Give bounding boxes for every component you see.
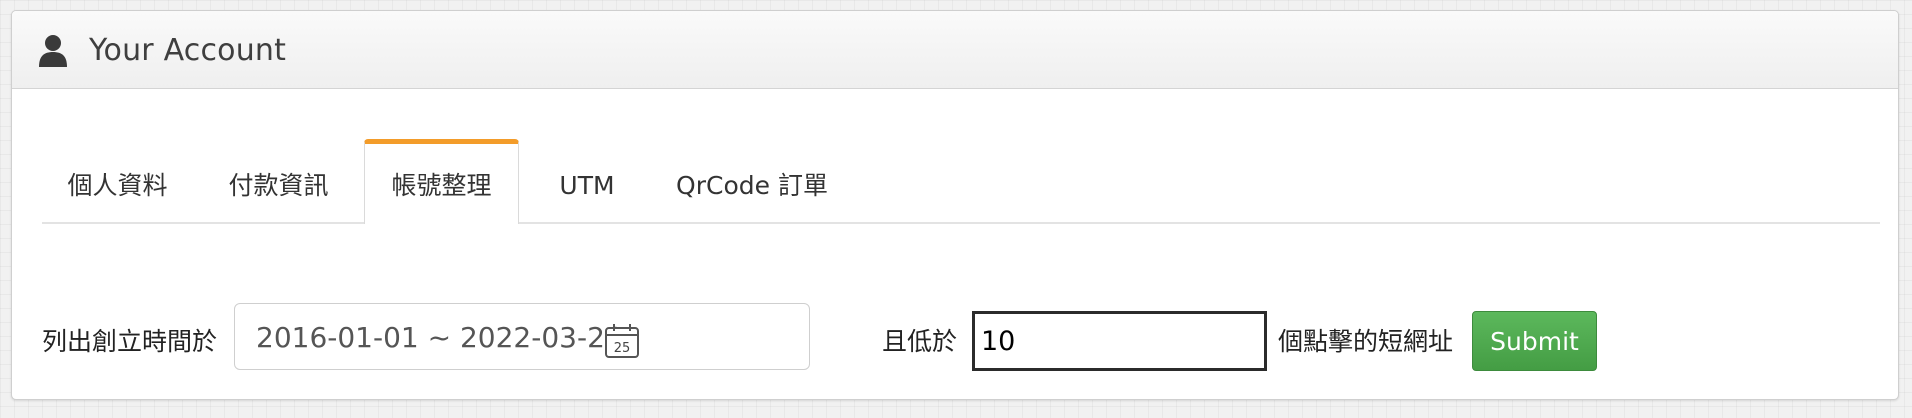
below-label: 且低於 — [882, 327, 958, 356]
submit-button[interactable]: Submit — [1472, 311, 1597, 371]
suffix-label: 個點擊的短網址 — [1278, 327, 1454, 356]
tab-account-cleanup[interactable]: 帳號整理 — [364, 139, 519, 224]
tab-profile[interactable]: 個人資料 — [42, 139, 193, 222]
tab-utm[interactable]: UTM — [527, 139, 647, 222]
clicks-threshold-input[interactable] — [972, 311, 1267, 371]
date-range-value: 2016-01-01 ~ 2022-03-26 — [256, 321, 623, 354]
tab-qrcode-orders[interactable]: QrCode 訂單 — [657, 139, 847, 222]
user-icon — [39, 35, 67, 67]
date-range-input[interactable]: 2016-01-01 ~ 2022-03-26 — [234, 303, 810, 370]
created-label: 列出創立時間於 — [42, 327, 218, 356]
calendar-icon[interactable]: 25 — [604, 323, 640, 359]
panel-title: Your Account — [89, 33, 287, 68]
calendar-day: 25 — [614, 341, 631, 356]
account-panel: Your Account 個人資料 付款資訊 帳號整理 UTM QrCode 訂… — [11, 10, 1899, 400]
account-tabs: 個人資料 付款資訊 帳號整理 UTM QrCode 訂單 — [42, 139, 1880, 224]
tab-payment[interactable]: 付款資訊 — [203, 139, 354, 222]
panel-header: Your Account — [12, 11, 1898, 89]
